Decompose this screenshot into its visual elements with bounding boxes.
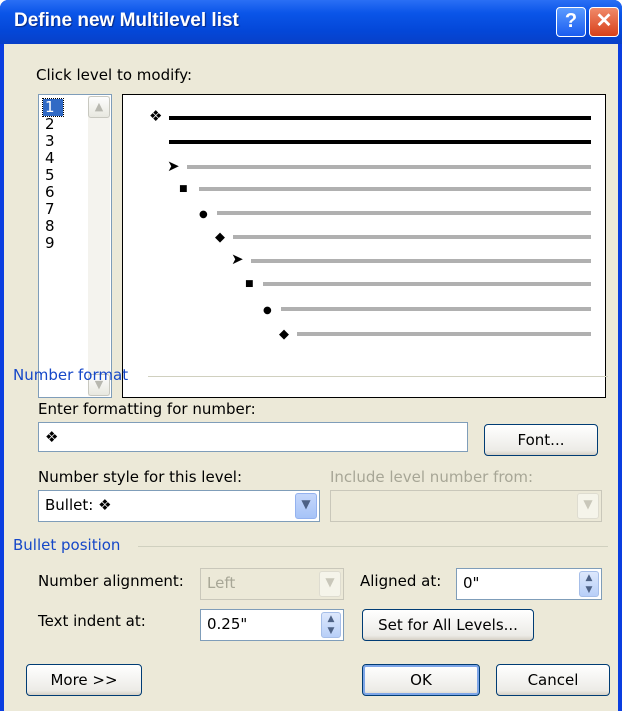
preview-line bbox=[233, 235, 591, 239]
level-item[interactable]: 5 bbox=[43, 167, 83, 184]
help-button[interactable]: ? bbox=[556, 7, 586, 37]
number-style-select[interactable]: Bullet: ❖ ▼ bbox=[38, 490, 320, 522]
title-bar[interactable]: Define new Multilevel list ? ✕ bbox=[0, 0, 622, 44]
level-list-scrollbar[interactable]: ▲ ▼ bbox=[88, 96, 110, 396]
enter-formatting-label: Enter formatting for number: bbox=[38, 400, 256, 418]
list-preview: ❖ ➤ ■ ● ◆ ➤ ■ ● ◆ bbox=[122, 94, 606, 398]
include-level-label: Include level number from: bbox=[330, 468, 534, 486]
preview-bullet: ■ bbox=[245, 279, 254, 289]
preview-bullet: ◆ bbox=[279, 327, 289, 342]
level-item[interactable]: 4 bbox=[43, 150, 83, 167]
font-button[interactable]: Font... bbox=[484, 424, 598, 456]
preview-line bbox=[169, 116, 591, 120]
text-indent-input[interactable]: 0.25" ▲ ▼ bbox=[200, 609, 344, 641]
group-divider bbox=[138, 546, 608, 547]
preview-line bbox=[217, 211, 591, 215]
include-level-select: ▼ bbox=[330, 490, 602, 522]
preview-bullet: ● bbox=[263, 305, 272, 316]
cancel-button[interactable]: Cancel bbox=[496, 664, 610, 696]
spinner-icon[interactable]: ▲ ▼ bbox=[321, 612, 341, 638]
preview-line bbox=[297, 332, 591, 336]
preview-bullet: ● bbox=[199, 209, 208, 220]
level-item[interactable]: 8 bbox=[43, 218, 83, 235]
number-alignment-select: Left ▼ bbox=[200, 568, 344, 600]
number-style-value: Bullet: ❖ bbox=[45, 496, 112, 514]
number-style-label: Number style for this level: bbox=[38, 468, 243, 486]
set-for-all-levels-button[interactable]: Set for All Levels... bbox=[362, 609, 534, 641]
preview-line bbox=[281, 307, 591, 311]
dialog-window: Define new Multilevel list ? ✕ Click lev… bbox=[0, 0, 622, 711]
group-divider bbox=[148, 376, 608, 377]
level-item[interactable]: 2 bbox=[43, 116, 83, 133]
preview-line bbox=[187, 165, 591, 169]
preview-bullet: ■ bbox=[179, 184, 188, 194]
preview-bullet: ❖ bbox=[149, 107, 163, 125]
aligned-at-label: Aligned at: bbox=[360, 572, 442, 590]
number-alignment-label: Number alignment: bbox=[38, 572, 184, 590]
level-item[interactable]: 9 bbox=[43, 235, 83, 252]
number-alignment-value: Left bbox=[207, 574, 236, 592]
text-indent-value: 0.25" bbox=[207, 615, 248, 633]
preview-bullet: ➤ bbox=[167, 157, 180, 175]
click-level-label: Click level to modify: bbox=[36, 66, 193, 84]
preview-bullet: ◆ bbox=[215, 230, 225, 245]
preview-bullet: ➤ bbox=[231, 250, 244, 268]
level-list[interactable]: 1 2 3 4 5 6 7 8 9 ▲ ▼ bbox=[38, 94, 112, 398]
close-button[interactable]: ✕ bbox=[589, 7, 619, 37]
scroll-up-icon[interactable]: ▲ bbox=[88, 96, 110, 118]
number-format-group-title: Number format bbox=[13, 366, 129, 384]
chevron-down-icon[interactable]: ▼ bbox=[295, 493, 317, 519]
dialog-body: Click level to modify: 1 2 3 4 5 6 7 8 9… bbox=[4, 44, 618, 711]
text-indent-label: Text indent at: bbox=[38, 612, 146, 630]
aligned-at-input[interactable]: 0" ▲ ▼ bbox=[456, 568, 602, 600]
spinner-icon[interactable]: ▲ ▼ bbox=[579, 571, 599, 597]
number-format-input[interactable]: ❖ bbox=[38, 422, 468, 452]
chevron-down-icon: ▼ bbox=[577, 493, 599, 519]
more-button[interactable]: More >> bbox=[26, 664, 142, 696]
level-item[interactable]: 3 bbox=[43, 133, 83, 150]
preview-line bbox=[263, 282, 591, 286]
chevron-down-icon: ▼ bbox=[319, 571, 341, 597]
dialog-title: Define new Multilevel list bbox=[14, 10, 239, 31]
ok-button[interactable]: OK bbox=[362, 664, 480, 696]
level-item[interactable]: 1 bbox=[42, 98, 64, 117]
level-item[interactable]: 7 bbox=[43, 201, 83, 218]
preview-line bbox=[199, 187, 591, 191]
preview-line bbox=[251, 259, 591, 263]
aligned-at-value: 0" bbox=[463, 574, 480, 592]
bullet-position-group-title: Bullet position bbox=[13, 536, 121, 554]
preview-line bbox=[169, 140, 591, 144]
level-item[interactable]: 6 bbox=[43, 184, 83, 201]
